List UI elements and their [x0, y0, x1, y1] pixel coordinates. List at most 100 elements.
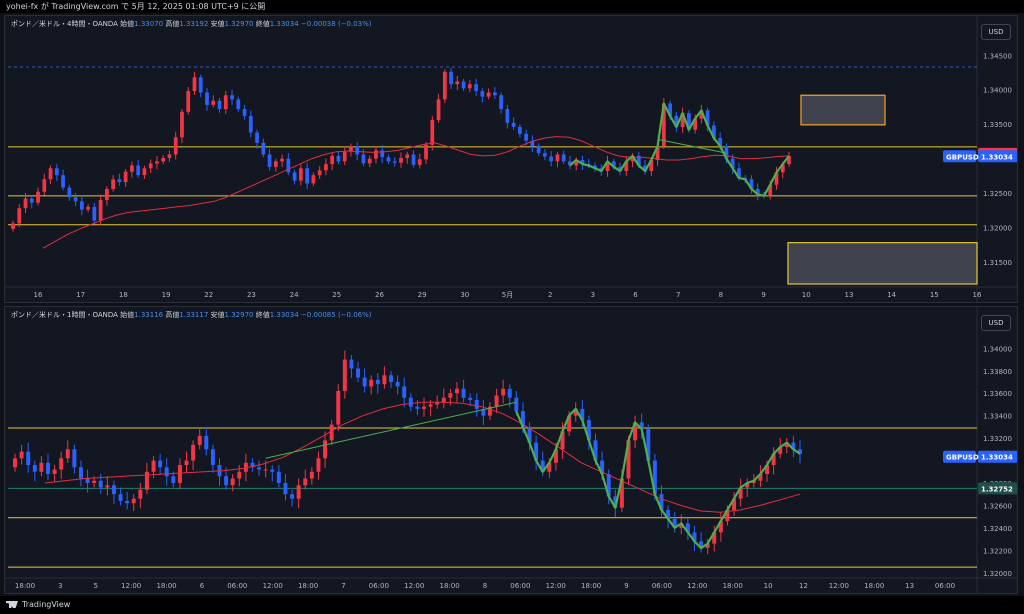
- x-tick-label: 06:00: [369, 582, 389, 590]
- candle-body: [374, 150, 378, 159]
- y-tick-label: 1.33600: [983, 390, 1012, 398]
- candle-body: [276, 471, 281, 483]
- candle-body: [142, 168, 147, 176]
- x-tick-label: 9: [761, 291, 765, 299]
- candle-body: [151, 460, 156, 472]
- candle-body: [263, 469, 268, 471]
- projection-curve: [515, 407, 801, 550]
- candle-body: [511, 122, 516, 127]
- candle-body: [442, 71, 447, 100]
- x-tick-label: 8: [719, 291, 723, 299]
- x-tick-label: 12:00: [263, 582, 283, 590]
- y-tick-label: 1.32000: [983, 225, 1012, 233]
- candle-body: [382, 375, 387, 385]
- x-tick-label: 12:00: [404, 582, 424, 590]
- candle-body: [248, 115, 253, 133]
- x-tick-label: 9: [624, 582, 628, 590]
- candle-body: [355, 146, 360, 155]
- tradingview-logo-icon: [6, 601, 18, 608]
- candle-body: [148, 163, 153, 169]
- candle-body: [173, 137, 178, 155]
- x-tick-label: 18:00: [15, 582, 35, 590]
- x-tick-label: 22: [204, 291, 213, 299]
- x-tick-label: 6: [200, 582, 205, 590]
- candle-body: [296, 485, 301, 499]
- candle-body: [507, 388, 512, 398]
- y-tick-label: 1.32200: [983, 547, 1012, 555]
- candle-body: [11, 223, 15, 229]
- projection-curve: [569, 102, 790, 197]
- x-tick-label: 18:00: [581, 582, 601, 590]
- chart-pane-4h[interactable]: ポンド／米ドル・4時間・OANDA 始値1.33070 高値1.33192 安値…: [4, 15, 1018, 303]
- candle-body: [155, 161, 159, 164]
- publish-header: yohei-fx が TradingView.com で 5月 12, 2025…: [0, 0, 1024, 13]
- candle-body: [205, 92, 209, 105]
- candle-body: [468, 397, 473, 400]
- candle-body: [236, 99, 241, 110]
- x-tick-label: 5月: [502, 291, 513, 299]
- candle-body: [494, 395, 499, 407]
- chart-pane-1h[interactable]: ポンド／米ドル・1時間・OANDA 始値1.33116 高値1.33117 安値…: [4, 306, 1018, 594]
- candle-body: [98, 199, 103, 221]
- candle-body: [65, 449, 70, 459]
- candle-body: [270, 469, 275, 472]
- candle-body: [317, 170, 322, 176]
- x-tick-label: 10: [802, 291, 811, 299]
- candle-body: [518, 126, 522, 134]
- candle-body: [449, 71, 453, 85]
- candle-body: [13, 458, 17, 468]
- candle-body: [257, 467, 262, 470]
- candle-body: [329, 424, 334, 441]
- x-tick-label: 24: [290, 291, 299, 299]
- candle-body: [192, 77, 197, 92]
- candle-body: [336, 155, 341, 162]
- x-tick-label: 3: [58, 582, 62, 590]
- candle-body: [211, 100, 216, 105]
- candle-body: [111, 485, 116, 495]
- candle-body: [117, 179, 122, 183]
- candle-body: [536, 146, 541, 154]
- candle-body: [48, 168, 53, 180]
- candle-body: [98, 480, 103, 488]
- x-tick-label: 18:00: [723, 582, 743, 590]
- candle-body: [415, 406, 420, 409]
- candle-body: [561, 154, 566, 162]
- x-tick-label: 18: [119, 291, 128, 299]
- x-tick-label: 12:00: [121, 582, 141, 590]
- candle-body: [499, 95, 504, 110]
- candle-body: [125, 500, 130, 504]
- y-tick-label: 1.32000: [983, 570, 1012, 578]
- candle-body: [39, 462, 44, 472]
- candle-body: [492, 92, 497, 96]
- x-tick-label: 18:00: [864, 582, 884, 590]
- x-tick-label: 5: [94, 582, 98, 590]
- candle-body: [324, 164, 328, 171]
- candle-body: [283, 482, 288, 495]
- candle-body: [461, 388, 466, 398]
- candle-body: [131, 498, 136, 504]
- candle-body: [356, 368, 361, 378]
- candle-body: [26, 451, 31, 466]
- footer-brand[interactable]: TradingView: [22, 600, 70, 609]
- candle-body: [223, 95, 228, 110]
- candle-body: [392, 161, 397, 163]
- candle-body: [180, 111, 184, 138]
- candle-body: [455, 81, 460, 85]
- candle-body: [54, 168, 59, 176]
- candle-body: [336, 390, 341, 425]
- symbol-badge-label: GBPUSD: [946, 454, 979, 462]
- chart-canvas-4h[interactable]: 1.345001.340001.335001.330001.325001.320…: [5, 16, 1018, 303]
- candle-body: [164, 467, 169, 477]
- candle-body: [524, 133, 529, 141]
- price-badge-label: 1.33034: [981, 153, 1013, 161]
- x-tick-label: 12: [799, 582, 808, 590]
- chart-canvas-1h[interactable]: 1.340001.338001.336001.334001.332001.328…: [5, 307, 1018, 594]
- candle-body: [197, 435, 202, 445]
- candle-body: [367, 158, 372, 164]
- candle-body: [417, 159, 422, 165]
- x-tick-label: 12:00: [546, 582, 566, 590]
- candle-body: [111, 179, 116, 189]
- candle-body: [130, 165, 134, 172]
- x-tick-label: 16: [973, 291, 982, 299]
- x-tick-label: 6: [633, 291, 638, 299]
